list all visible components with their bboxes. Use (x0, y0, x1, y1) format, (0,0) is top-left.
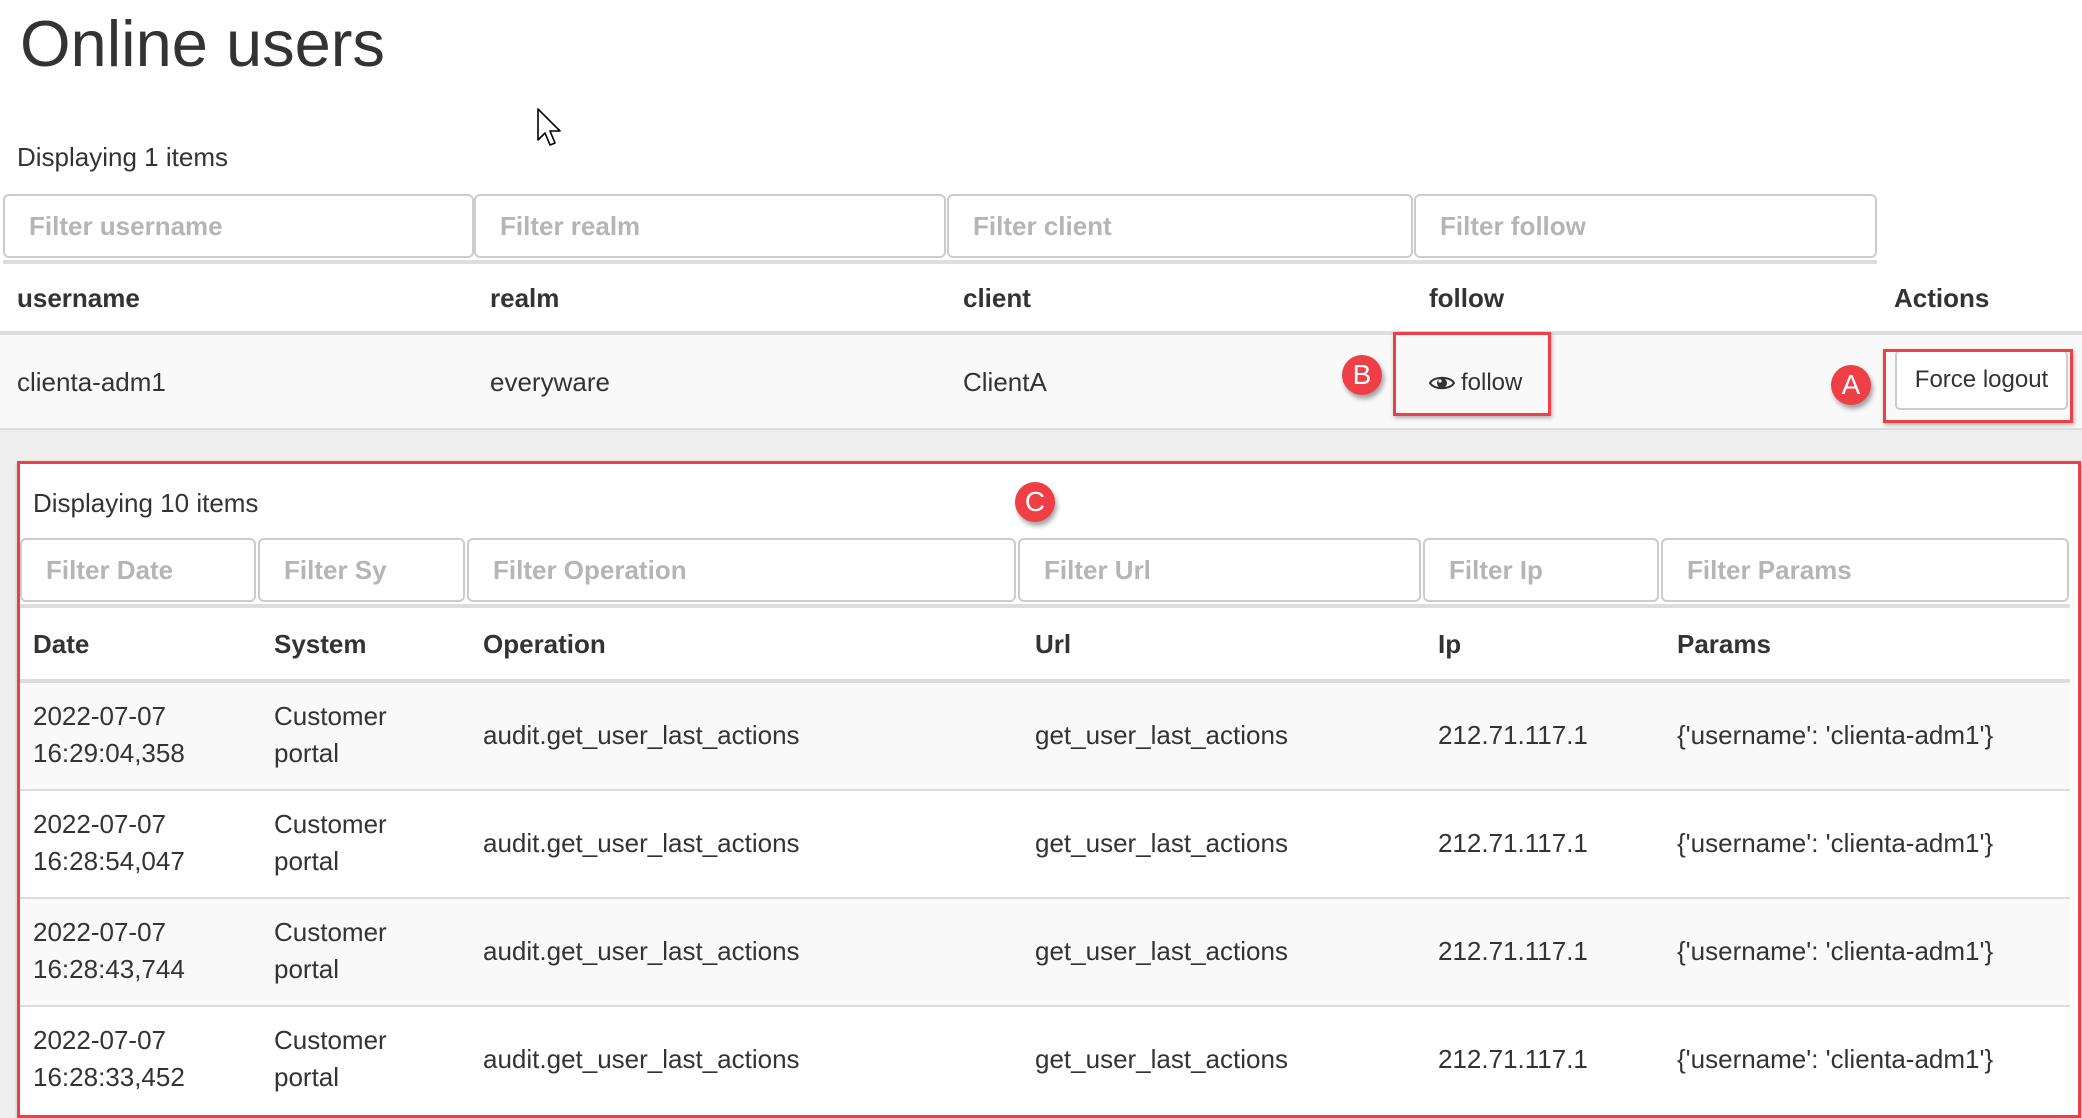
user-realm-cell: everyware (490, 367, 610, 397)
column-header-follow: follow (1429, 283, 1505, 313)
filter-client-input[interactable] (947, 194, 1413, 258)
filter-row-divider (3, 260, 1877, 264)
annotation-box-b (1393, 332, 1551, 416)
column-header-client: client (963, 283, 1031, 313)
column-header-realm: realm (490, 283, 560, 313)
users-count-label: Displaying 1 items (17, 142, 228, 172)
annotation-box-a (1883, 349, 2073, 423)
mouse-cursor-icon (537, 108, 561, 146)
filter-realm-input[interactable] (474, 194, 946, 258)
page-title: Online users (20, 7, 385, 80)
user-client-cell: ClientA (963, 367, 1047, 397)
annotation-badge-a: A (1831, 365, 1871, 405)
filter-username-input[interactable] (3, 194, 474, 258)
column-header-actions: Actions (1894, 283, 1990, 313)
annotation-box-c (17, 461, 2081, 1118)
user-username-cell: clienta-adm1 (17, 367, 166, 397)
annotation-badge-b: B (1342, 355, 1382, 395)
column-header-username: username (17, 283, 140, 313)
filter-follow-input[interactable] (1414, 194, 1877, 258)
